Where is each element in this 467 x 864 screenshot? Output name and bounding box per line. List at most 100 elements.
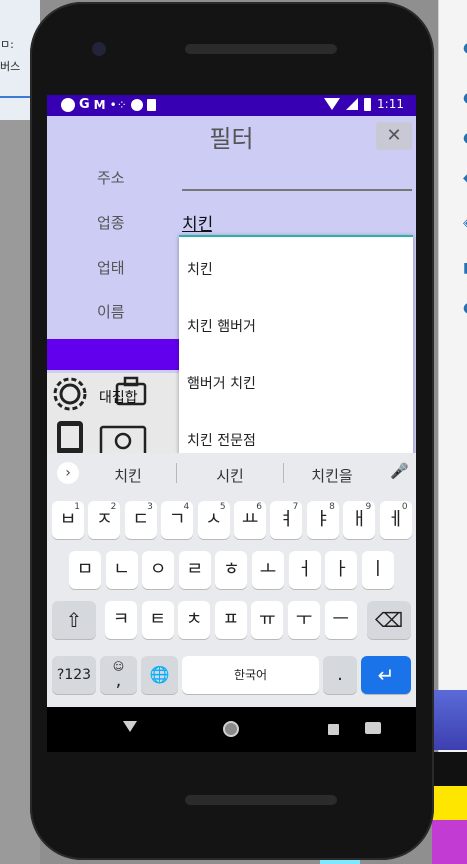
navigation-bar [47, 707, 416, 752]
key[interactable]: ㅠ [251, 601, 284, 639]
money-icon[interactable] [99, 423, 147, 457]
signal-icon [346, 98, 359, 110]
desktop-tool-icon[interactable]: ◐ [463, 40, 467, 56]
status-bar: G M •⁘ 1:11 [47, 95, 416, 116]
space-key[interactable]: 한국어 [182, 656, 319, 694]
key-number-hint: 0 [401, 502, 408, 512]
bottom-speaker [185, 795, 337, 805]
backspace-key[interactable]: ⌫ [367, 601, 411, 639]
key[interactable]: ㅏ [325, 551, 358, 589]
battery-icon [364, 97, 372, 111]
suggestion-item[interactable]: 치킨을 [287, 465, 377, 486]
industry-label: 업종 [97, 214, 125, 232]
gear-icon[interactable] [51, 375, 89, 413]
key-number-hint: 7 [292, 502, 299, 512]
suggestion-bar: › 치킨 시킨 치킨을 🎤 [47, 453, 416, 493]
key[interactable]: ㅁ [69, 551, 101, 589]
comma-label: , [115, 670, 122, 691]
key-number-hint: 3 [147, 502, 153, 512]
google-icon: G [79, 97, 90, 112]
industry-underline [182, 231, 212, 232]
desktop-tool-icon[interactable]: ◐ [463, 300, 467, 316]
phone-device-icon[interactable] [53, 419, 87, 457]
symbols-key[interactable]: ?123 [52, 656, 96, 694]
suggestion-item[interactable]: 시킨 [185, 465, 275, 486]
address-label: 주소 [97, 169, 125, 187]
desktop-text-1: ㅁ: [0, 38, 14, 51]
home-icon[interactable] [223, 721, 239, 737]
close-button[interactable]: ✕ [376, 122, 412, 150]
key-number-hint: 2 [110, 502, 117, 512]
color-swatch-blue [432, 690, 467, 750]
autocomplete-item[interactable]: 햄버거 치킨 [187, 373, 256, 393]
wifi-icon [324, 98, 341, 110]
key[interactable]: ㄴ [105, 551, 138, 589]
soft-keyboard: › 치킨 시킨 치킨을 🎤 ㅂ1ㅈ2ㄷ3ㄱ4ㅅ5ㅛ6ㅕ7ㅑ8ㅐ9ㅔ0 ㅁㄴㅇㄹㅎ… [47, 453, 416, 707]
key[interactable]: ㅓ [288, 551, 321, 589]
back-icon[interactable] [123, 721, 137, 732]
key[interactable]: ㅐ9 [343, 501, 376, 539]
key[interactable]: ㅍ [214, 601, 247, 639]
key[interactable]: ㅡ [324, 601, 357, 639]
key[interactable]: ㅑ8 [306, 501, 339, 539]
dialog-title: 필터 [209, 125, 254, 153]
desktop-text-2: 버스 [0, 60, 21, 73]
autocomplete-dropdown: 치킨 치킨 햄버거 햄버거 치킨 치킨 전문점 [179, 235, 413, 462]
search-button[interactable] [47, 339, 187, 370]
key[interactable]: ㅛ6 [234, 501, 266, 539]
enter-key[interactable]: ↵ [361, 656, 411, 694]
key[interactable]: ㅌ [141, 601, 174, 639]
keyboard-switch-icon[interactable] [365, 722, 381, 734]
key[interactable]: ㅊ [178, 601, 211, 639]
circle-icon [130, 98, 143, 111]
key[interactable]: ㅂ1 [52, 501, 84, 539]
key-number-hint: 8 [329, 502, 335, 512]
key[interactable]: ㅈ2 [88, 501, 121, 539]
key[interactable]: ㅕ7 [270, 501, 303, 539]
suggestion-item[interactable]: 치킨 [83, 465, 173, 486]
key-number-hint: 6 [256, 502, 262, 512]
top-speaker [185, 44, 337, 54]
desktop-tool-icon[interactable]: ◐ [463, 130, 467, 146]
desktop-tool-icon[interactable]: ◈ [463, 215, 467, 231]
chevron-right-icon[interactable]: › [57, 462, 79, 484]
period-key[interactable]: . [323, 656, 357, 694]
autocomplete-item[interactable]: 치킨 햄버거 [187, 316, 256, 336]
color-swatch-magenta [432, 820, 467, 864]
key[interactable]: ㅔ0 [379, 501, 412, 539]
address-underline [182, 189, 412, 191]
shift-key[interactable]: ⇧ [52, 601, 96, 639]
key[interactable]: ㅅ5 [197, 501, 230, 539]
microphone-icon[interactable]: 🎤 [390, 462, 409, 480]
autocomplete-item[interactable]: 치킨 전문점 [187, 430, 256, 450]
key[interactable]: ㅗ [252, 551, 284, 589]
color-swatch-black [432, 752, 467, 786]
key[interactable]: ㄹ [178, 551, 211, 589]
key[interactable]: ㅜ [288, 601, 320, 639]
name-label: 이름 [97, 303, 125, 321]
gmail-icon: M [93, 97, 106, 112]
front-camera [92, 42, 106, 56]
key[interactable]: ㄷ3 [124, 501, 157, 539]
key[interactable]: ㄱ4 [161, 501, 194, 539]
notification-circle-icon [61, 97, 75, 112]
key[interactable]: ㅣ [361, 551, 394, 589]
sdcard-icon [146, 98, 156, 111]
key[interactable]: ㅎ [215, 551, 248, 589]
color-swatch-yellow [432, 786, 467, 820]
emoji-comma-key[interactable]: ☺ , [100, 656, 137, 694]
suggestion-divider [283, 463, 284, 483]
desktop-tool-icon[interactable]: ◆ [463, 170, 467, 186]
recent-apps-icon[interactable] [328, 724, 339, 735]
autocomplete-item[interactable]: 치킨 [187, 259, 213, 279]
dots-icon: •⁘ [109, 97, 127, 112]
globe-key[interactable]: 🌐 [141, 656, 178, 694]
desktop-tool-icon[interactable]: ■ [463, 260, 467, 276]
key-number-hint: 5 [219, 502, 226, 512]
category-label: 대집합 [99, 390, 138, 406]
desktop-tool-icon[interactable]: ◐ [463, 90, 467, 106]
key[interactable]: ㅇ [142, 551, 175, 589]
phone-screen: G M •⁘ 1:11 필터 ✕ 주소 업종 치킨 업태 이름 대집합 치킨 치… [47, 95, 416, 707]
key[interactable]: ㅋ [105, 601, 137, 639]
suggestion-divider [176, 463, 177, 483]
